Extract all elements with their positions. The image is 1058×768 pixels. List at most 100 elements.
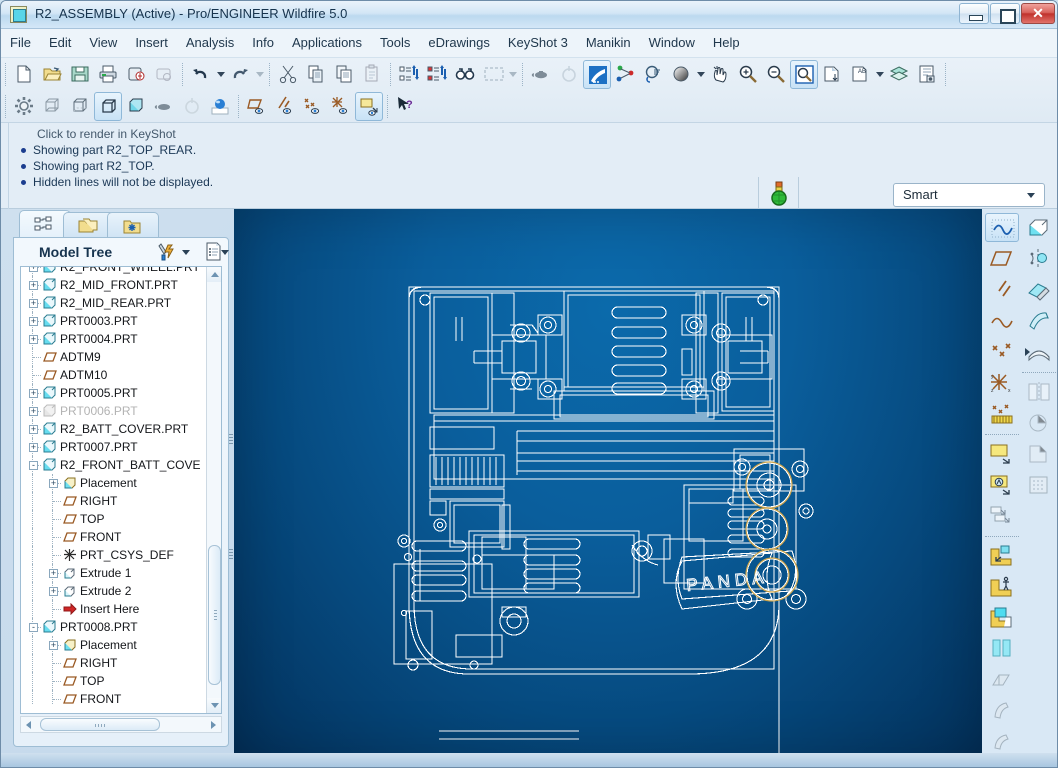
appearance-gallery-button[interactable]	[639, 60, 667, 89]
sketch-spline-button[interactable]	[985, 213, 1019, 242]
print-preview-button[interactable]	[122, 60, 150, 89]
refit-button[interactable]	[790, 60, 818, 89]
tree-row[interactable]: - R2_FRONT_BATT_COVE	[21, 456, 207, 474]
send-mail-button[interactable]	[150, 60, 178, 89]
tree-row[interactable]: + Extrude 1	[21, 564, 207, 582]
scroll-thumb[interactable]	[208, 545, 221, 685]
revolve-button[interactable]	[1022, 244, 1056, 273]
tree-row[interactable]: + PRT0003.PRT	[21, 312, 207, 330]
menu-manikin[interactable]: Manikin	[577, 29, 640, 58]
render-keyshot-button[interactable]	[583, 60, 611, 89]
close-button[interactable]: ✕	[1021, 3, 1055, 24]
teapot-button[interactable]	[527, 60, 555, 89]
extrude-button[interactable]	[1022, 213, 1056, 242]
menu-edit[interactable]: Edit	[40, 29, 80, 58]
tree-row[interactable]: - PRT0008.PRT	[21, 618, 207, 636]
mirror-button[interactable]	[1022, 377, 1056, 406]
menu-view[interactable]: View	[80, 29, 126, 58]
splitter-handle[interactable]	[229, 549, 233, 561]
layers-button[interactable]	[885, 60, 913, 89]
curve-button[interactable]	[985, 306, 1019, 335]
menu-keyshot3[interactable]: KeyShot 3	[499, 29, 577, 58]
datum-axis-off-button[interactable]	[178, 92, 206, 121]
tree-row[interactable]: + PRT0005.PRT	[21, 384, 207, 402]
menu-tools[interactable]: Tools	[371, 29, 419, 58]
expand-toggle[interactable]: +	[29, 425, 38, 434]
pan-hand-button[interactable]	[706, 60, 734, 89]
boundary-blend-button[interactable]	[1022, 337, 1056, 366]
expand-toggle[interactable]: +	[49, 569, 58, 578]
cut-button[interactable]	[274, 60, 302, 89]
menu-info[interactable]: Info	[243, 29, 283, 58]
menu-analysis[interactable]: Analysis	[177, 29, 243, 58]
color-appearance-button[interactable]	[611, 60, 639, 89]
print-button[interactable]	[94, 60, 122, 89]
tree-row[interactable]: + Placement	[21, 474, 207, 492]
datum-plane-button[interactable]	[985, 244, 1019, 273]
expand-toggle[interactable]: +	[29, 335, 38, 344]
tree-row[interactable]: ADTM10	[21, 366, 207, 384]
datum-plane-off-button[interactable]	[150, 92, 178, 121]
offset-geometry-button[interactable]	[985, 501, 1019, 530]
model-tree-list[interactable]: + R2_FRONT_WHEEL.PRT+ R2_MID_FRONT.PRT+ …	[20, 266, 222, 714]
tree-tools-button[interactable]	[157, 242, 179, 262]
tree-row[interactable]: FRONT	[21, 690, 207, 704]
expand-toggle[interactable]: +	[49, 641, 58, 650]
tree-row[interactable]: TOP	[21, 672, 207, 690]
no-hidden-button[interactable]	[94, 92, 122, 121]
expand-toggle[interactable]: +	[29, 389, 38, 398]
expand-toggle[interactable]: +	[29, 443, 38, 452]
tree-row[interactable]: ADTM9	[21, 348, 207, 366]
expand-toggle[interactable]: +	[29, 266, 38, 272]
menu-applications[interactable]: Applications	[283, 29, 371, 58]
selection-box-button[interactable]	[479, 60, 507, 89]
copy-geometry-button[interactable]	[985, 541, 1019, 570]
new-file-button[interactable]	[10, 60, 38, 89]
menu-edrawings[interactable]: eDrawings	[419, 29, 498, 58]
expand-toggle[interactable]: +	[29, 281, 38, 290]
scroll-right-arrow[interactable]	[205, 717, 221, 732]
pattern-button[interactable]	[1022, 470, 1056, 499]
selection-filter-dropdown[interactable]: Smart	[893, 183, 1045, 207]
scroll-down-arrow[interactable]	[207, 698, 222, 713]
tree-row[interactable]: PRT_CSYS_DEF	[21, 546, 207, 564]
tree-row[interactable]: + PRT0006.PRT	[21, 402, 207, 420]
h-scroll-thumb[interactable]	[40, 718, 160, 731]
menu-insert[interactable]: Insert	[126, 29, 177, 58]
fill-button[interactable]	[1022, 439, 1056, 468]
minimize-button[interactable]	[959, 3, 989, 24]
annotation-ab-button[interactable]: AB	[846, 60, 874, 89]
tree-row[interactable]: + R2_FRONT_WHEEL.PRT	[21, 266, 207, 276]
chevron-down-icon[interactable]	[181, 242, 191, 262]
wireframe-button[interactable]	[38, 92, 66, 121]
datum-point-button[interactable]	[985, 337, 1019, 366]
expand-toggle[interactable]: +	[29, 317, 38, 326]
trim-button[interactable]	[1022, 408, 1056, 437]
favorites-tab[interactable]	[107, 212, 159, 239]
light-sphere-button[interactable]	[667, 60, 695, 89]
datum-point-display-button[interactable]	[299, 92, 327, 121]
appearance-sphere-button[interactable]	[206, 92, 234, 121]
tree-row[interactable]: + PRT0004.PRT	[21, 330, 207, 348]
blend-button[interactable]	[1022, 306, 1056, 335]
redo-dropdown-caret[interactable]	[254, 59, 265, 88]
tree-row[interactable]: Insert Here	[21, 600, 207, 618]
copy-button[interactable]	[302, 60, 330, 89]
point-from-field-button[interactable]	[985, 399, 1019, 428]
tree-row[interactable]: RIGHT	[21, 654, 207, 672]
traffic-light-icon[interactable]	[770, 181, 788, 207]
tree-horizontal-scrollbar[interactable]	[20, 716, 222, 733]
round-button[interactable]	[985, 696, 1019, 725]
view-manager-button[interactable]	[913, 60, 941, 89]
coordinate-system-button[interactable]: yzx	[985, 368, 1019, 397]
menu-help[interactable]: Help	[704, 29, 749, 58]
datum-axis-button[interactable]	[985, 275, 1019, 304]
shading-button[interactable]	[122, 92, 150, 121]
tree-row[interactable]: + Extrude 2	[21, 582, 207, 600]
paste-button[interactable]	[330, 60, 358, 89]
splitter-handle[interactable]	[229, 434, 233, 446]
expand-toggle[interactable]: +	[49, 587, 58, 596]
expand-toggle[interactable]: +	[29, 299, 38, 308]
tree-row[interactable]: + R2_BATT_COVER.PRT	[21, 420, 207, 438]
redo-button[interactable]	[226, 60, 254, 89]
